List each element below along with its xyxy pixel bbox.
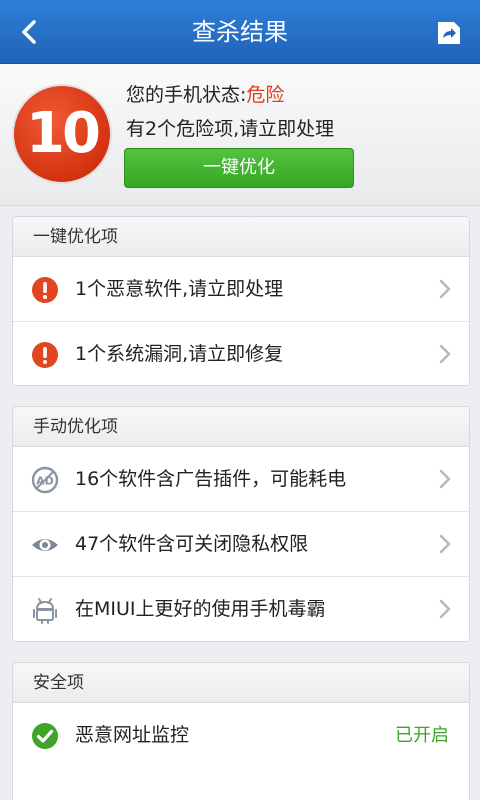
scan-summary: 10 您的手机状态:危险 有2个危险项,请立即处理 一键优化 [0, 64, 480, 206]
title-bar: 查杀结果 [0, 0, 480, 64]
list-item-url-monitor[interactable]: 恶意网址监控 已开启 [13, 703, 469, 768]
status-value: 危险 [246, 84, 285, 106]
list-item-miui[interactable]: 在MIUI上更好的使用手机毒霸 [13, 577, 469, 641]
section-title: 手动优化项 [13, 407, 469, 447]
list-item-label: 47个软件含可关闭隐私权限 [75, 533, 309, 555]
eye-icon [32, 539, 58, 551]
list-item-malware[interactable]: 1个恶意软件,请立即处理 [13, 257, 469, 322]
list-item-label: 在MIUI上更好的使用手机毒霸 [75, 598, 326, 620]
list-item-ad-plugins[interactable]: AD 16个软件含广告插件，可能耗电 [13, 447, 469, 512]
list-item-vulnerability[interactable]: 1个系统漏洞,请立即修复 [13, 322, 469, 385]
list-item-label: 16个软件含广告插件，可能耗电 [75, 468, 347, 490]
list-item-label: 1个恶意软件,请立即处理 [75, 278, 284, 300]
manual-section: 手动优化项 AD 16个软件含广告插件，可能耗电 47个软件含可关闭隐私权限 [12, 406, 470, 642]
warning-icon [32, 277, 58, 303]
risk-score-badge: 10 [12, 84, 112, 184]
safe-section: 安全项 恶意网址监控 已开启 [12, 662, 470, 800]
chevron-right-icon [439, 469, 451, 489]
chevron-right-icon [439, 279, 451, 299]
list-item-privacy[interactable]: 47个软件含可关闭隐私权限 [13, 512, 469, 577]
page-title: 查杀结果 [192, 18, 288, 46]
section-title: 一键优化项 [13, 217, 469, 257]
status-prefix: 您的手机状态: [126, 84, 247, 106]
share-icon [438, 22, 460, 44]
list-item-label: 1个系统漏洞,请立即修复 [75, 343, 284, 365]
one-click-section: 一键优化项 1个恶意软件,请立即处理 1个系统漏洞,请立即修复 [12, 216, 470, 386]
status-badge: 已开启 [395, 725, 449, 746]
chevron-left-icon [22, 20, 36, 44]
warning-icon [32, 342, 58, 368]
one-click-optimize-button[interactable]: 一键优化 [124, 148, 354, 188]
share-button[interactable] [418, 0, 480, 64]
danger-summary: 有2个危险项,请立即处理 [126, 118, 335, 140]
back-button[interactable] [0, 0, 62, 64]
android-icon [33, 598, 57, 624]
chevron-right-icon [439, 534, 451, 554]
list-item-label: 恶意网址监控 [75, 724, 190, 746]
chevron-right-icon [439, 344, 451, 364]
section-title: 安全项 [13, 663, 469, 703]
chevron-right-icon [439, 599, 451, 619]
phone-status: 您的手机状态:危险 [126, 80, 284, 107]
check-icon [32, 723, 58, 749]
ad-icon: AD [31, 466, 59, 494]
